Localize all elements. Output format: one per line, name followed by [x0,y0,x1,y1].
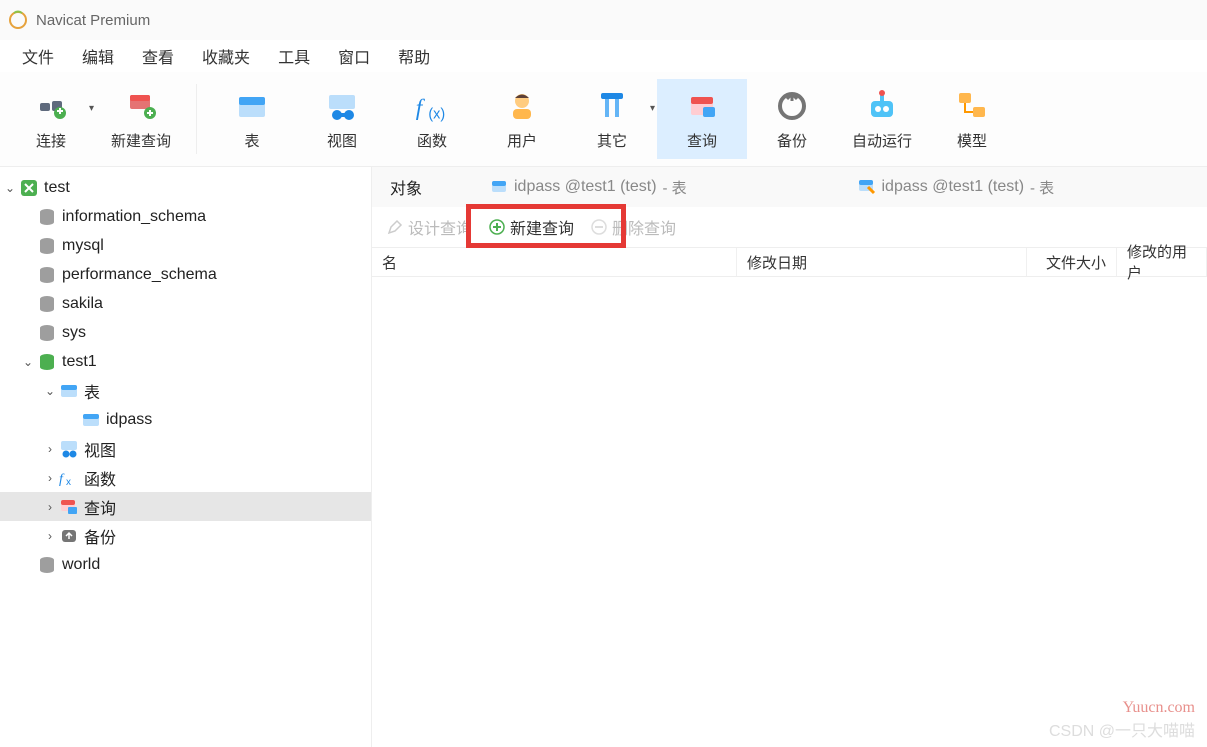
tb-view[interactable]: 视图 [297,79,387,159]
tab-idpass-2[interactable]: idpass @test1 (test) - 表 [840,167,1207,207]
watermark-yuucn: Yuucn.com [1123,699,1195,717]
database-icon [36,235,58,257]
tree-db-sys[interactable]: sys [0,318,371,347]
view-icon [324,88,360,124]
title-bar: Navicat Premium [0,0,1207,40]
database-icon [36,554,58,576]
plug-icon [33,88,69,124]
view-group-icon [58,438,80,460]
tools-icon [594,88,630,124]
tree-connection[interactable]: ⌄ test [0,173,371,202]
list-body-empty [372,277,1207,747]
table-group-icon [58,380,80,402]
user-icon [504,88,540,124]
minus-circle-icon [590,218,608,236]
col-moduser[interactable]: 修改的用户 [1117,248,1207,276]
database-icon [36,322,58,344]
chevron-down-icon[interactable]: ⌄ [2,181,18,195]
tb-new-query[interactable]: 新建查询 [96,79,186,159]
chevron-right-icon[interactable]: › [42,500,58,514]
svg-text:f: f [416,95,426,121]
chevron-right-icon[interactable]: › [42,471,58,485]
database-icon [36,293,58,315]
tree-table-idpass[interactable]: idpass [0,405,371,434]
tree-queries[interactable]: › 查询 [0,492,371,521]
app-title: Navicat Premium [36,12,150,29]
table-edit-icon [858,178,876,196]
robot-icon [864,88,900,124]
menu-help[interactable]: 帮助 [384,40,444,72]
action-delete-query[interactable]: 删除查询 [584,215,682,239]
svg-text:f: f [59,472,65,487]
chevron-down-icon[interactable]: ⌄ [42,384,58,398]
tree-db-performance-schema[interactable]: performance_schema [0,260,371,289]
tree-db-world[interactable]: world [0,550,371,579]
table-item-icon [80,409,102,431]
tb-autorun[interactable]: 自动运行 [837,79,927,159]
tb-connection[interactable]: 连接 ▾ [6,79,96,159]
chevron-right-icon[interactable]: › [42,442,58,456]
tree-db-mysql[interactable]: mysql [0,231,371,260]
menu-file[interactable]: 文件 [8,40,68,72]
menu-favorites[interactable]: 收藏夹 [188,40,264,72]
pencil-icon [386,218,404,236]
tree-db-test1[interactable]: ⌄ test1 [0,347,371,376]
svg-text:x: x [66,477,71,488]
database-icon [36,206,58,228]
menu-tools[interactable]: 工具 [264,40,324,72]
database-icon [36,264,58,286]
action-design-query[interactable]: 设计查询 [380,215,478,239]
toolbar: 连接 ▾ 新建查询 表 视图 f(x) 函数 用户 其它 ▾ 查询 备份 自动运… [0,72,1207,167]
tree-backup[interactable]: › 备份 [0,521,371,550]
query-group-icon [58,496,80,518]
menu-view[interactable]: 查看 [128,40,188,72]
col-filesize[interactable]: 文件大小 [1027,248,1117,276]
backup-group-icon [58,525,80,547]
tb-query[interactable]: 查询 [657,79,747,159]
fx-icon: f(x) [414,88,450,124]
connection-tree: ⌄ test information_schema mysql performa… [0,167,372,747]
list-header: 名 修改日期 文件大小 修改的用户 [372,247,1207,277]
table-icon [234,88,270,124]
menu-window[interactable]: 窗口 [324,40,384,72]
connection-icon [18,177,40,199]
menu-bar: 文件 编辑 查看 收藏夹 工具 窗口 帮助 [0,40,1207,72]
tree-db-sakila[interactable]: sakila [0,289,371,318]
col-name[interactable]: 名 [372,248,737,276]
query-icon [684,88,720,124]
svg-text:(x): (x) [428,106,445,122]
tb-model[interactable]: 模型 [927,79,1017,159]
tb-table[interactable]: 表 [207,79,297,159]
col-modified[interactable]: 修改日期 [737,248,1027,276]
watermark-csdn: CSDN @一只大喵喵 [1049,717,1195,741]
action-new-query[interactable]: 新建查询 [482,215,580,239]
app-logo-icon [8,10,28,30]
new-query-icon [123,88,159,124]
backup-icon [774,88,810,124]
tb-user[interactable]: 用户 [477,79,567,159]
tab-strip: 对象 idpass @test1 (test) - 表 idpass @test… [372,167,1207,207]
action-bar: 设计查询 新建查询 删除查询 [372,207,1207,247]
chevron-right-icon[interactable]: › [42,529,58,543]
fx-group-icon: fx [58,467,80,489]
tb-backup[interactable]: 备份 [747,79,837,159]
tree-db-information-schema[interactable]: information_schema [0,202,371,231]
plus-circle-icon [488,218,506,236]
tree-views[interactable]: › 视图 [0,434,371,463]
tree-tables[interactable]: ⌄ 表 [0,376,371,405]
tree-functions[interactable]: › fx 函数 [0,463,371,492]
tb-function[interactable]: f(x) 函数 [387,79,477,159]
tab-idpass-1[interactable]: idpass @test1 (test) - 表 [472,167,840,207]
menu-edit[interactable]: 编辑 [68,40,128,72]
toolbar-separator [196,84,197,154]
tab-objects[interactable]: 对象 [372,167,472,207]
tb-other[interactable]: 其它 ▾ [567,79,657,159]
model-icon [954,88,990,124]
main-panel: 对象 idpass @test1 (test) - 表 idpass @test… [372,167,1207,747]
table-icon [490,178,508,196]
chevron-down-icon[interactable]: ⌄ [20,355,36,369]
chevron-down-icon: ▾ [650,103,655,114]
chevron-down-icon: ▾ [89,103,94,114]
database-open-icon [36,351,58,373]
